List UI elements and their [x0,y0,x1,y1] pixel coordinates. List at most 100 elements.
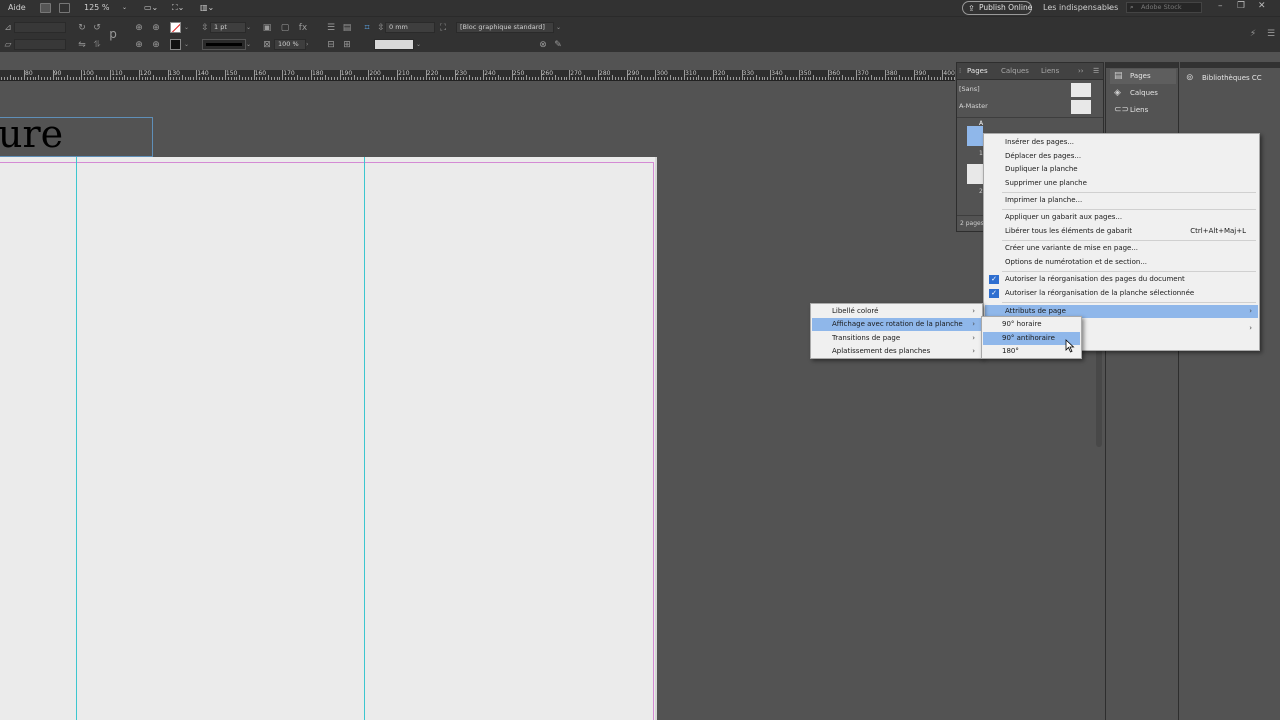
color-dropdown-icon[interactable]: ⌄ [416,39,424,50]
ruler-tick [549,77,550,80]
flip-vertical-icon[interactable]: ⥮ [92,40,102,50]
master-none-thumbnail[interactable] [1071,83,1091,97]
select-content-icon[interactable]: ⊕ [151,23,161,33]
ruler-tick [899,75,900,80]
dock-item-pages[interactable]: ▤ Pages [1110,69,1176,84]
object-style-field[interactable]: [Bloc graphique standard] [456,22,554,33]
stroke-black-swatch[interactable] [170,39,181,50]
menu-item-create-alternate-layout[interactable]: Créer une variante de mise en page... [985,242,1258,255]
panel-grip-icon[interactable]: ⁞ [959,67,961,75]
document-page[interactable] [0,157,657,720]
minibridge-icon[interactable] [59,3,70,13]
submenu-arrow-icon: › [972,320,975,328]
menu-item-allow-document-shuffle[interactable]: ✓ Autoriser la réorganisation des pages d… [985,273,1258,286]
publish-online-button[interactable]: ⇪ Publish Online [962,1,1032,15]
color-field[interactable] [374,39,414,50]
dock-item-calques[interactable]: ◈ Calques [1110,86,1176,101]
stroke-dropdown-icon[interactable]: ⌄ [184,39,192,50]
ruler-tick [836,77,837,80]
dock-item-liens[interactable]: ⊂⊃ Liens [1110,103,1176,118]
screen-mode-icon[interactable]: ⛶⌄ [172,3,184,13]
menu-item-numbering-options[interactable]: Options de numérotation et de section... [985,256,1258,269]
master-none-label[interactable]: [Sans] [959,85,980,93]
menu-item-release-master-items[interactable]: Libérer tous les éléments de gabarit Ctrl… [985,225,1258,238]
lightning-icon[interactable]: ⚡ [1248,29,1258,39]
select-container-icon[interactable]: ⊕ [134,23,144,33]
workspace-dropdown-icon[interactable]: ⌄ [1107,4,1112,11]
page-thumbnail-2[interactable] [967,164,983,184]
cc-libraries-button[interactable]: ⊚ Bibliothèques CC [1184,71,1276,86]
master-a-thumbnail[interactable] [1071,100,1091,114]
minimize-icon[interactable]: – [1218,1,1223,11]
wrap-shape-icon[interactable]: ⌗ [362,23,372,33]
zoom-level[interactable]: 125 % [84,3,109,12]
adobe-stock-search[interactable]: ⌕ Adobe Stock [1126,2,1202,13]
ruler-tick [871,75,872,80]
wrap-none-icon[interactable]: ☰ [326,23,336,33]
ruler-tick [612,75,613,80]
menu-item-move-pages[interactable]: Déplacer des pages... [985,150,1258,163]
top-margin-guide [0,162,653,163]
rotate-cw-icon[interactable]: ↻ [77,23,87,33]
restore-icon[interactable]: ❐ [1237,1,1245,11]
title-text-fragment[interactable]: ure [0,112,63,156]
stroke-type-selector[interactable] [202,39,246,50]
menu-item-apply-master[interactable]: Appliquer un gabarit aux pages... [985,211,1258,224]
select-previous-icon[interactable]: ⊕ [134,40,144,50]
menu-item-duplicate-spread[interactable]: Dupliquer la planche [985,163,1258,176]
tab-liens[interactable]: Liens [1041,67,1059,75]
opacity-arrow-icon[interactable]: › [306,39,314,50]
menu-item-spread-flattening[interactable]: Aplatissement des planches › [812,345,981,358]
align-left-icon[interactable]: ⊟ [326,40,336,50]
stroke-weight-dropdown-icon[interactable]: ⌄ [246,22,254,33]
select-next-icon[interactable]: ⊕ [151,40,161,50]
menu-item-allow-spread-shuffle[interactable]: ✓ Autoriser la réorganisation de la planc… [985,287,1258,300]
fill-none-swatch[interactable] [170,22,181,33]
close-icon[interactable]: ✕ [1258,1,1266,11]
menu-item-page-transitions[interactable]: Transitions de page › [812,332,981,345]
gap-field[interactable]: 0 mm [385,22,435,33]
ruler-tick [53,70,54,80]
frame-fitting-icon[interactable]: ⛶ [438,23,448,33]
arrange-documents-icon[interactable]: ▥⌄ [200,3,214,12]
menu-item-color-label[interactable]: Libellé coloré › [812,305,981,318]
stroke-weight-stepper-icon[interactable]: ⇳ [200,23,210,33]
rotate-ccw-icon[interactable]: ↺ [92,23,102,33]
opacity-field[interactable]: 100 % [274,39,306,50]
master-a-label[interactable]: A-Master [959,102,988,110]
shear-field[interactable] [14,39,66,50]
zoom-dropdown-icon[interactable]: ⌄ [122,4,127,11]
view-options-icon[interactable]: ▭⌄ [144,3,158,12]
menu-item-rotate-90-cw[interactable]: 90° horaire [983,318,1080,331]
panel-options-icon[interactable]: ☰ [1093,67,1099,75]
rotation-field[interactable] [14,22,66,33]
menu-item-print-spread[interactable]: Imprimer la planche... [985,194,1258,207]
page-thumbnail-1[interactable] [967,126,983,146]
drop-shadow-icon[interactable]: ▣ [262,23,272,33]
horizontal-ruler[interactable]: 80 90 100 110 120 130 140 150 160 170 180 190 200 210… [0,70,955,81]
stroke-weight-field[interactable]: 1 pt [210,22,246,33]
clear-overrides-icon[interactable]: ⊗ [538,40,548,50]
object-style-options-icon[interactable]: ✎ [553,40,563,50]
menu-item-rotate-spread-view[interactable]: Affichage avec rotation de la planche › [812,318,981,331]
corner-options-icon[interactable]: ▢ [280,23,290,33]
bridge-icon[interactable] [40,3,51,13]
ruler-tick [716,77,717,80]
tab-calques[interactable]: Calques [1001,67,1029,75]
align-center-icon[interactable]: ⊞ [342,40,352,50]
effects-fx-icon[interactable]: fx [298,23,308,33]
collapse-panel-icon[interactable]: ›› [1078,67,1084,75]
menu-item-delete-spread[interactable]: Supprimer une planche [985,177,1258,190]
wrap-bounding-icon[interactable]: ▤ [342,23,352,33]
object-style-dropdown-icon[interactable]: ⌄ [556,22,564,33]
tab-pages[interactable]: Pages [967,67,988,75]
panel-menu-icon[interactable]: ☰ [1266,29,1276,39]
fill-dropdown-icon[interactable]: ⌄ [184,22,192,33]
menu-aide[interactable]: Aide [8,3,26,12]
document-workspace[interactable]: ure [0,81,955,720]
ruler-tick [239,75,240,80]
menu-item-insert-pages[interactable]: Insérer des pages... [985,136,1258,149]
stroke-type-dropdown-icon[interactable]: ⌄ [246,39,254,50]
flip-horizontal-icon[interactable]: ⇋ [77,40,87,50]
ruler-tick [632,77,633,80]
